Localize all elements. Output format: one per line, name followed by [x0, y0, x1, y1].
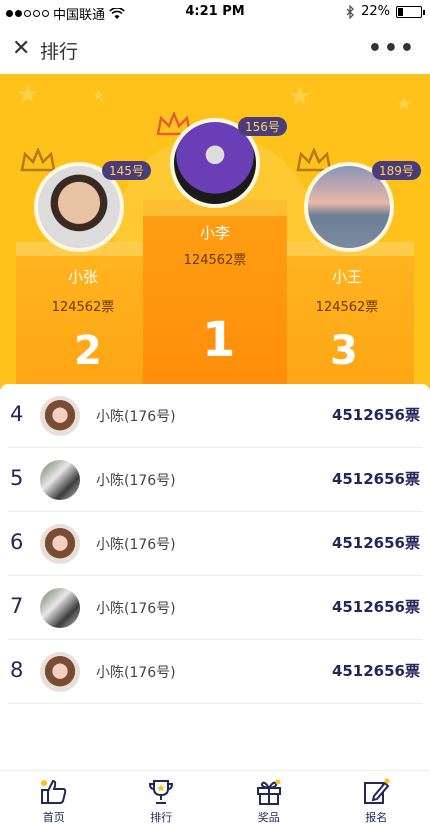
tab-signup[interactable]: 报名	[323, 771, 430, 827]
list-item-rank: 5	[10, 466, 24, 490]
tab-ranking[interactable]: 排行	[108, 771, 216, 827]
battery-fill	[398, 7, 403, 16]
first-place-name: 小李	[199, 224, 230, 242]
tab-prizes[interactable]: 奖品	[215, 771, 323, 827]
battery-percent: 22%	[361, 4, 390, 19]
list-item-rank: 8	[10, 658, 24, 682]
list-item-votes: 4512656票	[331, 406, 420, 424]
status-bar: 中国联通 4:21 PM 22%	[0, 0, 430, 26]
tab-label: 报名	[365, 811, 388, 824]
rank-number-third: 3	[330, 328, 358, 374]
second-place-votes: 124562票	[51, 300, 115, 315]
gift-icon	[256, 779, 281, 805]
more-options-icon[interactable]: •••	[368, 36, 416, 61]
status-right: 22%	[346, 4, 425, 19]
list-item-avatar	[40, 524, 80, 564]
list-item[interactable]: 8 小陈(176号) 4512656票	[8, 640, 422, 704]
trophy-icon	[149, 780, 174, 804]
list-item-rank: 7	[10, 594, 24, 618]
list-item-rank: 6	[10, 530, 24, 554]
third-place-name: 小王	[331, 268, 362, 286]
list-item[interactable]: 4 小陈(176号) 4512656票	[8, 384, 422, 448]
star-decoration-icon: ★	[92, 88, 105, 104]
first-place-badge: 156号	[238, 117, 287, 136]
list-item-votes: 4512656票	[331, 662, 420, 680]
rank-number-second: 2	[74, 328, 102, 374]
list-item-name: 小陈(176号)	[96, 473, 176, 489]
page-title: 排行	[40, 41, 79, 63]
bluetooth-icon	[346, 4, 355, 19]
list-item-name: 小陈(176号)	[96, 601, 176, 617]
close-icon[interactable]: ✕	[12, 38, 34, 60]
tab-bar: 首页 排行 奖品 报名	[0, 770, 430, 827]
nav-bar: ✕ 排行 •••	[0, 26, 430, 74]
second-place-name: 小张	[67, 268, 98, 286]
star-decoration-icon: ★	[396, 94, 413, 115]
list-item[interactable]: 7 小陈(176号) 4512656票	[8, 576, 422, 640]
star-decoration-icon: ★	[288, 82, 312, 112]
list-item-avatar	[40, 588, 80, 628]
first-place-votes: 124562票	[183, 253, 247, 268]
third-place-votes: 124562票	[315, 300, 379, 315]
list-item-name: 小陈(176号)	[96, 665, 176, 681]
list-item-rank: 4	[10, 402, 24, 426]
list-item[interactable]: 6 小陈(176号) 4512656票	[8, 512, 422, 576]
tab-label: 排行	[150, 811, 173, 824]
tab-label: 首页	[42, 811, 65, 824]
second-place-badge: 145号	[102, 161, 151, 180]
third-place-badge: 189号	[372, 161, 421, 180]
list-item-votes: 4512656票	[331, 534, 420, 552]
ranking-list: 4 小陈(176号) 4512656票 5 小陈(176号) 4512656票 …	[0, 384, 430, 704]
battery-icon	[396, 5, 425, 18]
list-item-votes: 4512656票	[331, 470, 420, 488]
thumbs-up-icon	[40, 779, 66, 804]
list-item-name: 小陈(176号)	[96, 409, 176, 425]
edit-icon	[364, 778, 390, 804]
list-item-avatar	[40, 460, 80, 500]
list-item-avatar	[40, 652, 80, 692]
list-item-votes: 4512656票	[331, 598, 420, 616]
podium-hero: ★ ★ ★ ★ 2 1 3 小张 124562票 小李 124562票 小王 1…	[0, 74, 430, 394]
list-item-avatar	[40, 396, 80, 436]
tab-label: 奖品	[257, 811, 280, 824]
tab-home[interactable]: 首页	[0, 771, 108, 827]
rank-number-first: 1	[202, 312, 236, 368]
crown-icon	[20, 148, 56, 172]
star-decoration-icon: ★	[16, 80, 40, 110]
list-item-name: 小陈(176号)	[96, 537, 176, 553]
list-item[interactable]: 5 小陈(176号) 4512656票	[8, 448, 422, 512]
